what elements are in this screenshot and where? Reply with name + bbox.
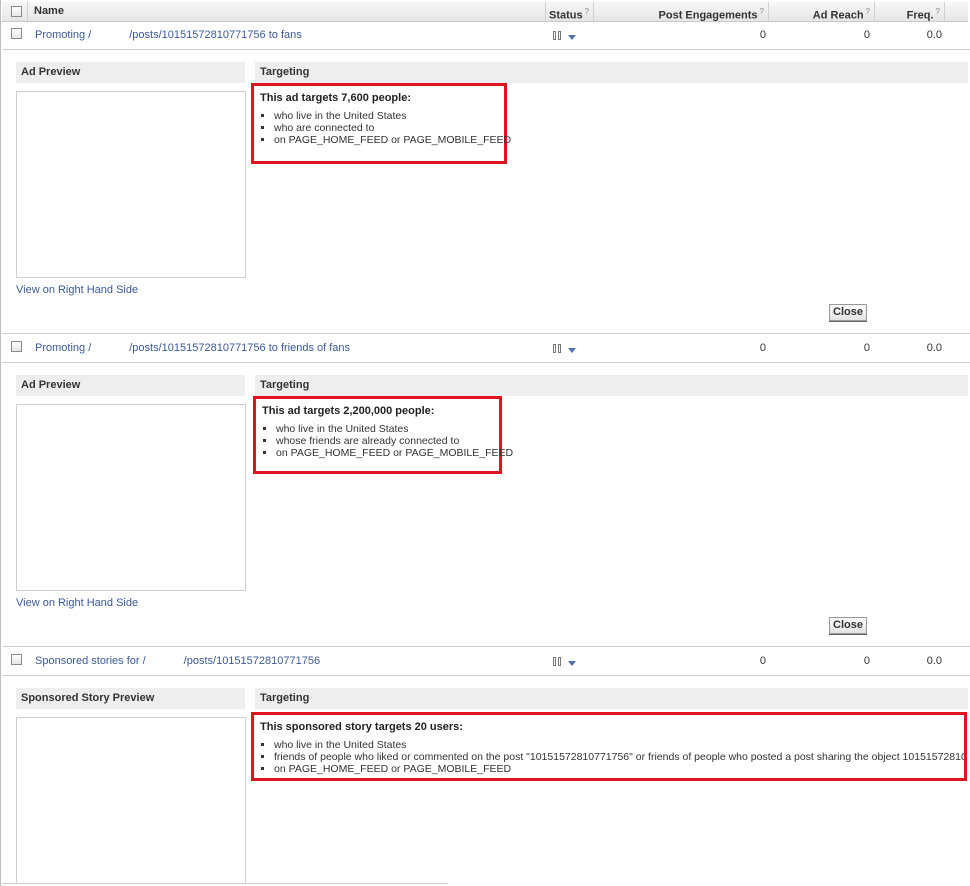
list-item: who are connected to [274,122,504,134]
targeting-title: This ad targets 2,200,000 people: [262,405,435,417]
targeting-title: This sponsored story targets 20 users: [260,721,463,733]
post-engagements-value: 0 [759,342,766,354]
close-button[interactable]: Close [829,617,867,634]
redacted-page-name [91,343,130,354]
column-freq[interactable]: Freq.? [875,2,945,22]
ad-preview-heading: Ad Preview [16,62,245,83]
ad-reach-value: 0 [863,342,870,354]
post-engagements-value: 0 [759,29,766,41]
ad-row: Promoting //posts/10151572810771756 to f… [2,22,968,48]
pause-icon[interactable] [553,657,562,667]
chevron-down-icon[interactable] [568,348,576,353]
freq-value: 0.0 [926,655,942,667]
select-all-checkbox[interactable] [11,6,22,17]
list-item: who live in the United States [276,423,499,435]
ad-row: Promoting //posts/10151572810771756 to f… [2,335,968,361]
help-icon[interactable]: ? [936,7,940,16]
post-engagements-value: 0 [759,655,766,667]
targeting-heading: Targeting [255,375,968,396]
freq-value: 0.0 [926,342,942,354]
list-item: on PAGE_HOME_FEED or PAGE_MOBILE_FEED [274,134,511,146]
targeting-list: who live in the United States friends of… [260,739,964,775]
pause-icon[interactable] [553,344,562,354]
freq-value: 0.0 [926,29,942,41]
list-item: who live in the United States [274,739,964,751]
targeting-title: This ad targets 7,600 people: [260,92,411,104]
targeting-summary: This ad targets 7,600 people: who live i… [251,83,511,164]
ad-preview-heading: Ad Preview [16,375,245,396]
ad-row: Sponsored stories for //posts/1015157281… [2,648,968,674]
row-checkbox[interactable] [11,341,22,352]
row-checkbox[interactable] [11,28,22,39]
help-icon[interactable]: ? [866,7,870,16]
targeting-list: who live in the United States who are co… [260,110,511,146]
ad-preview-box [16,91,246,278]
sponsored-story-preview-box [16,717,246,884]
targeting-heading: Targeting [255,62,968,83]
chevron-down-icon[interactable] [568,35,576,40]
ad-name-link[interactable]: Sponsored stories for //posts/1015157281… [35,648,320,674]
ad-reach-value: 0 [863,655,870,667]
column-name[interactable]: Name [28,2,546,21]
help-icon[interactable]: ? [585,7,589,16]
column-post-engagements[interactable]: Post Engagements? [594,2,769,22]
targeting-summary: This sponsored story targets 20 users: w… [251,712,967,781]
pause-icon[interactable] [553,31,562,41]
row-checkbox[interactable] [11,654,22,665]
ad-name-link[interactable]: Promoting //posts/10151572810771756 to f… [35,22,302,48]
chevron-down-icon[interactable] [568,661,576,666]
list-item: friends of people who liked or commented… [274,751,964,763]
targeting-heading: Targeting [255,688,968,709]
view-right-hand-side-link[interactable]: View on Right Hand Side [16,284,138,296]
ad-reach-value: 0 [863,29,870,41]
list-item: who live in the United States [274,110,504,122]
targeting-list: who live in the United States whose frie… [262,423,513,459]
column-status[interactable]: Status? [546,2,594,22]
list-item: whose friends are already connected to [276,435,499,447]
column-ad-reach[interactable]: Ad Reach? [769,2,875,22]
help-icon[interactable]: ? [760,7,764,16]
list-item: on PAGE_HOME_FEED or PAGE_MOBILE_FEED [276,447,513,459]
ad-name-link[interactable]: Promoting //posts/10151572810771756 to f… [35,335,350,361]
redacted-page-name [145,656,184,667]
table-header: Name Status? Post Engagements? Ad Reach?… [2,2,968,22]
close-button[interactable]: Close [829,304,867,321]
redacted-page-name [91,30,130,41]
view-right-hand-side-link[interactable]: View on Right Hand Side [16,597,138,609]
list-item: on PAGE_HOME_FEED or PAGE_MOBILE_FEED [274,763,964,775]
ad-preview-box [16,404,246,591]
targeting-summary: This ad targets 2,200,000 people: who li… [253,396,513,474]
sponsored-story-preview-heading: Sponsored Story Preview [16,688,245,709]
